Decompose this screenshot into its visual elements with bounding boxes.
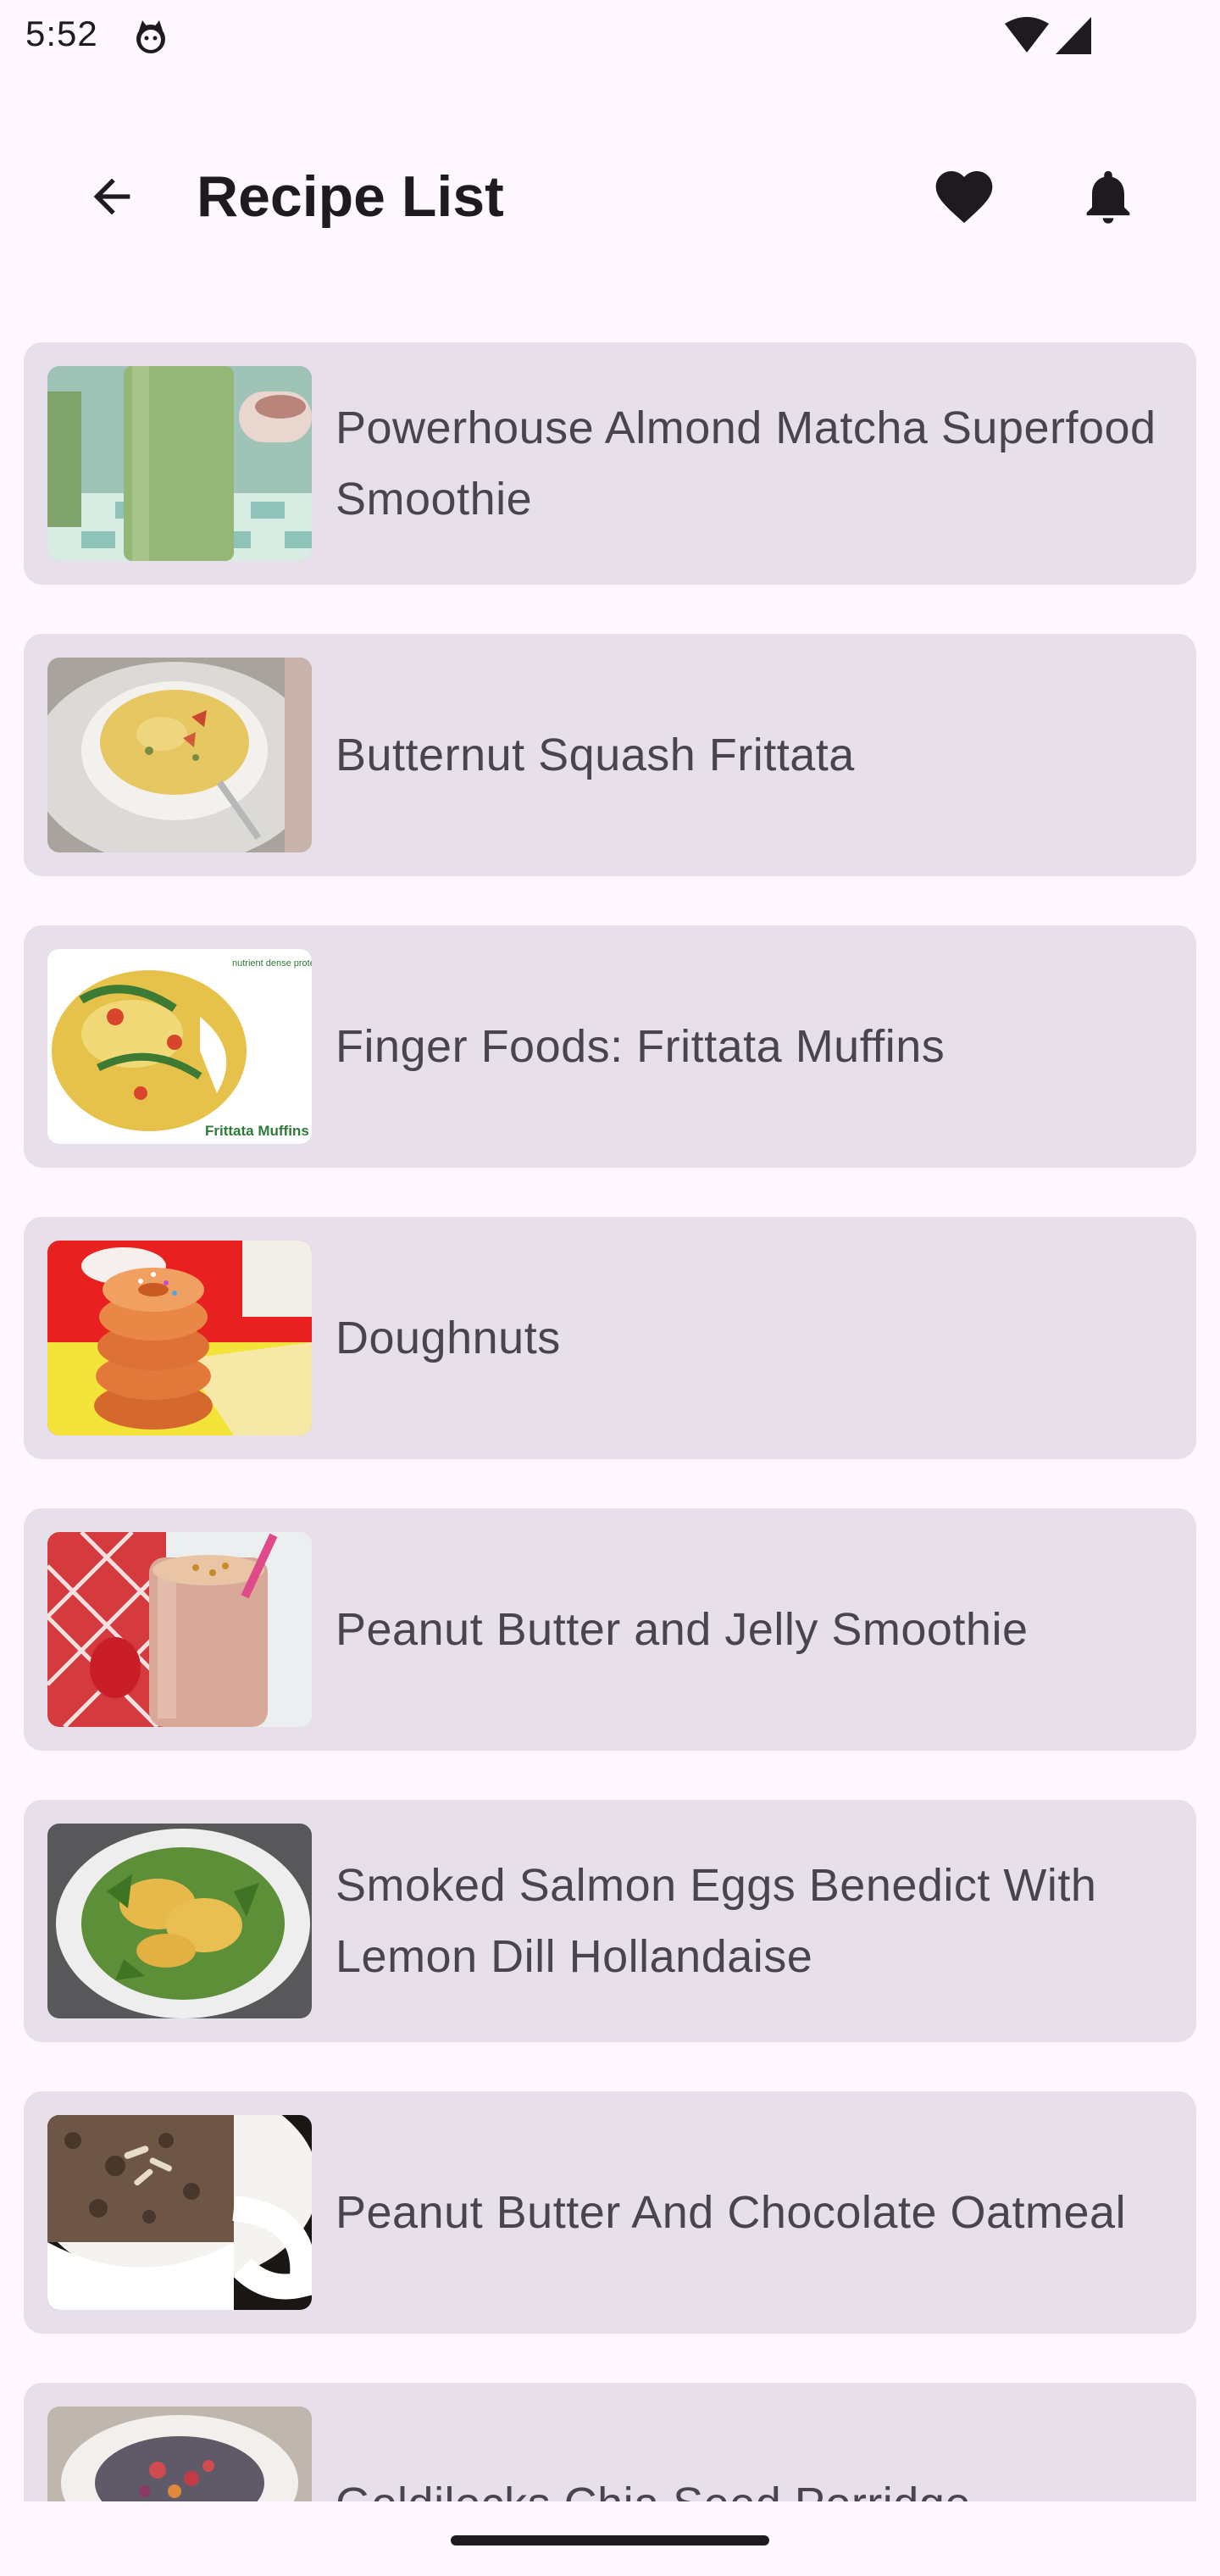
top-app-bar: Recipe List: [0, 127, 1220, 266]
arrow-back-icon: [93, 178, 130, 215]
recipe-card[interactable]: Goldilocks Chia Seed Porridge: [24, 2383, 1196, 2501]
recipe-thumbnail: nutrient dense protein-packed loaded wit…: [47, 949, 312, 1144]
page-title: Recipe List: [197, 164, 504, 229]
bell-icon: [1086, 170, 1130, 224]
muffin-headline: nutrient dense protein-packed loaded wit…: [232, 958, 312, 969]
recipe-card[interactable]: Peanut Butter and Jelly Smoothie: [24, 1508, 1196, 1751]
navigation-bar: [0, 2501, 1220, 2576]
recipe-thumbnail: [47, 1532, 312, 1727]
muffin-label: Frittata Muffins: [205, 1123, 309, 1139]
status-bar: 5:52: [0, 0, 1220, 73]
signal-icon: [1056, 17, 1091, 54]
recipe-thumbnail: [47, 2115, 312, 2310]
recipe-thumbnail: [47, 1241, 312, 1435]
wifi-icon: [1005, 17, 1049, 53]
recipe-card[interactable]: Smoked Salmon Eggs Benedict With Lemon D…: [24, 1800, 1196, 2042]
recipe-title: Butternut Squash Frittata: [336, 730, 855, 780]
recipe-card[interactable]: Peanut Butter And Chocolate Oatmeal: [24, 2091, 1196, 2334]
recipe-thumbnail: [47, 366, 312, 561]
recipe-card[interactable]: Butternut Squash Frittata: [24, 634, 1196, 876]
recipe-title: Peanut Butter and Jelly Smoothie: [336, 1604, 1029, 1655]
cat-icon: [136, 20, 165, 53]
recipe-card[interactable]: Doughnuts: [24, 1217, 1196, 1459]
recipe-title: Peanut Butter And Chocolate Oatmeal: [336, 2187, 1127, 2238]
heart-icon: [935, 171, 993, 224]
recipe-list[interactable]: Powerhouse Almond Matcha Superfood Smoot…: [0, 342, 1220, 2501]
recipe-card[interactable]: Powerhouse Almond Matcha Superfood Smoot…: [24, 342, 1196, 585]
recipe-title: Finger Foods: Frittata Muffins: [336, 1021, 946, 1072]
recipe-title: Smoked Salmon Eggs Benedict With Lemon D…: [336, 1860, 1097, 1982]
favorites-button[interactable]: [929, 161, 1000, 232]
back-button[interactable]: [78, 163, 146, 230]
recipe-title: Doughnuts: [336, 1313, 561, 1363]
status-time: 5:52: [25, 14, 98, 53]
recipe-card[interactable]: nutrient dense protein-packed loaded wit…: [24, 925, 1196, 1168]
recipe-thumbnail: [47, 658, 312, 852]
gesture-handle[interactable]: [451, 2535, 769, 2545]
recipe-title: Goldilocks Chia Seed Porridge: [336, 2383, 1183, 2501]
recipe-title: Powerhouse Almond Matcha Superfood Smoot…: [336, 402, 1156, 525]
recipe-thumbnail: [47, 1824, 312, 2018]
notifications-button[interactable]: [1073, 161, 1144, 232]
recipe-thumbnail: [47, 2407, 312, 2501]
